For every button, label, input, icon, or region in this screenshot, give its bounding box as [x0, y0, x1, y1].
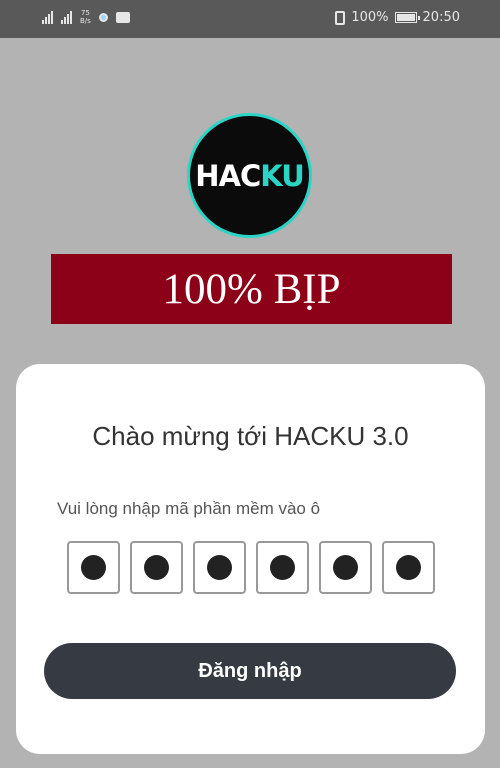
signal-icon	[42, 10, 53, 24]
banner-text: 100% BỊP	[162, 265, 341, 313]
welcome-title: Chào mừng tới HACKU 3.0	[92, 421, 409, 451]
masked-digit-dot	[144, 555, 169, 580]
code-digit-input[interactable]	[193, 541, 246, 594]
status-right-group: 100% 20:50	[335, 10, 460, 25]
notification-dot-icon	[98, 12, 108, 22]
battery-icon	[394, 12, 420, 23]
logo-text: HACKU	[195, 158, 305, 193]
code-digit-input[interactable]	[256, 541, 309, 594]
banner: 100% BỊP	[51, 254, 452, 324]
logo-text-accent: KU	[260, 158, 305, 193]
vibrate-icon	[335, 10, 346, 25]
login-button-label: Đăng nhập	[198, 659, 302, 682]
network-speed-unit: B/s	[80, 17, 91, 25]
network-speed-value: 75	[80, 9, 90, 17]
message-icon	[115, 11, 130, 23]
clock: 20:50	[422, 10, 460, 25]
code-prompt-label: Vui lòng nhập mã phần mềm vào ô	[57, 499, 321, 518]
masked-digit-dot	[396, 555, 421, 580]
signal-icon	[61, 10, 72, 24]
code-digit-input[interactable]	[130, 541, 183, 594]
code-digit-input[interactable]	[67, 541, 120, 594]
login-card: Chào mừng tới HACKU 3.0 Vui lòng nhập mã…	[16, 364, 485, 754]
login-button[interactable]: Đăng nhập	[44, 643, 456, 699]
code-input-row	[67, 541, 435, 594]
masked-digit-dot	[270, 555, 295, 580]
status-bar: 75 B/s 100% 20:50	[0, 0, 500, 38]
battery-percent: 100%	[351, 10, 389, 25]
hacku-logo: HACKU	[187, 113, 312, 238]
logo-text-main: HAC	[195, 158, 261, 193]
code-digit-input[interactable]	[382, 541, 435, 594]
masked-digit-dot	[333, 555, 358, 580]
masked-digit-dot	[81, 555, 106, 580]
masked-digit-dot	[207, 555, 232, 580]
status-left-group: 75 B/s	[42, 9, 130, 25]
network-speed: 75 B/s	[80, 9, 91, 25]
code-digit-input[interactable]	[319, 541, 372, 594]
